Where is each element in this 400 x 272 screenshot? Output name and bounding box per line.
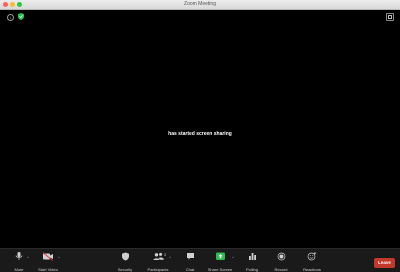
- title-bar: Zoom Meeting: [0, 0, 400, 10]
- mute-label: Mute: [14, 267, 24, 272]
- participants-count: 3: [164, 253, 166, 257]
- share-options-chevron-icon[interactable]: ^: [232, 255, 234, 260]
- reactions-label: Reactions: [303, 267, 321, 272]
- record-button[interactable]: Record: [272, 251, 290, 272]
- meeting-view: i has started screen sharing: [0, 10, 400, 248]
- start-video-button[interactable]: Start Video: [36, 251, 60, 272]
- meeting-info-icon[interactable]: i: [7, 14, 14, 21]
- mute-button[interactable]: Mute: [9, 251, 29, 272]
- audio-options-chevron-icon[interactable]: ^: [27, 255, 29, 260]
- chat-label: Chat: [185, 267, 195, 272]
- security-button[interactable]: Security: [115, 251, 135, 272]
- share-screen-icon: [215, 252, 225, 260]
- share-screen-label: Share Screen: [207, 267, 233, 272]
- chat-bubble-icon: [186, 253, 194, 260]
- record-label: Record: [274, 267, 288, 272]
- security-shield-icon: [121, 252, 129, 261]
- video-options-chevron-icon[interactable]: ^: [58, 255, 60, 260]
- participants-icon: [153, 252, 164, 260]
- zoom-window: Zoom Meeting i has started screen sharin…: [0, 0, 400, 272]
- polling-button[interactable]: Polling: [243, 251, 261, 272]
- polling-label: Polling: [245, 267, 258, 272]
- participants-options-chevron-icon[interactable]: ^: [169, 255, 171, 260]
- fullscreen-icon[interactable]: [386, 13, 394, 21]
- share-screen-button[interactable]: Share Screen: [205, 251, 235, 272]
- security-label: Security: [117, 267, 133, 272]
- chat-button[interactable]: Chat: [181, 251, 199, 272]
- screen-share-message: has started screen sharing: [168, 131, 232, 137]
- microphone-icon: [15, 252, 23, 260]
- reactions-button[interactable]: Reactions: [300, 251, 324, 272]
- record-icon: [277, 252, 285, 261]
- meeting-toolbar: Mute ^ Start Video ^ Security 3 Particip…: [0, 248, 400, 272]
- start-video-label: Start Video: [38, 267, 58, 272]
- video-camera-icon: [42, 252, 53, 261]
- leave-meeting-button[interactable]: Leave: [374, 258, 395, 268]
- window-title: Zoom Meeting: [184, 1, 216, 7]
- polling-chart-icon: [248, 253, 256, 260]
- participants-label: Participants: [147, 267, 169, 272]
- participants-button[interactable]: 3 Participants: [144, 251, 172, 272]
- reactions-emoji-icon: [307, 252, 317, 261]
- encryption-shield-icon[interactable]: [18, 13, 24, 20]
